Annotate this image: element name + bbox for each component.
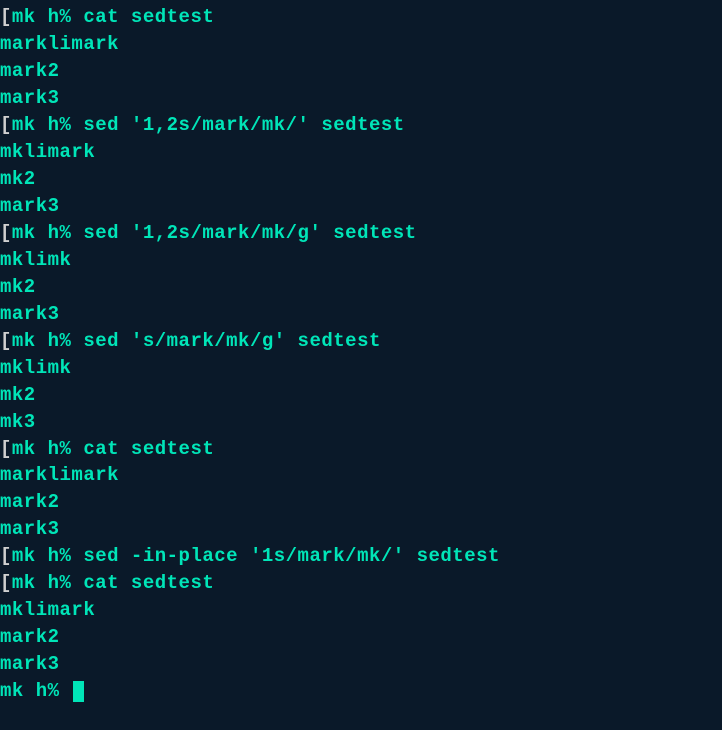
- command-output: mark2: [0, 626, 60, 648]
- terminal-line: mk3: [0, 409, 722, 436]
- command-output: mark2: [0, 60, 60, 82]
- shell-command: cat sedtest: [83, 572, 214, 594]
- command-output: mark3: [0, 87, 60, 109]
- terminal-line: [mk h% sed -in-place '1s/mark/mk/' sedte…: [0, 543, 722, 570]
- terminal-line: mk2: [0, 274, 722, 301]
- command-output: mklimark: [0, 141, 95, 163]
- terminal-line: marklimark: [0, 31, 722, 58]
- shell-command: sed '1,2s/mark/mk/g' sedtest: [83, 222, 416, 244]
- terminal-line: [mk h% sed 's/mark/mk/g' sedtest: [0, 328, 722, 355]
- terminal-line: mklimk: [0, 355, 722, 382]
- terminal-line: mark3: [0, 301, 722, 328]
- prompt-bracket: [: [0, 545, 12, 567]
- prompt-bracket: [: [0, 114, 12, 136]
- shell-prompt: mk h%: [12, 114, 83, 136]
- prompt-bracket: [: [0, 222, 12, 244]
- terminal-line: mk2: [0, 382, 722, 409]
- shell-command: sed -in-place '1s/mark/mk/' sedtest: [83, 545, 500, 567]
- shell-prompt: mk h%: [12, 438, 83, 460]
- shell-prompt: mk h%: [12, 545, 83, 567]
- shell-prompt: mk h%: [12, 330, 83, 352]
- terminal-line: mark2: [0, 58, 722, 85]
- terminal-line: mark3: [0, 85, 722, 112]
- command-output: mark3: [0, 653, 60, 675]
- terminal-line: [mk h% sed '1,2s/mark/mk/' sedtest: [0, 112, 722, 139]
- terminal-line: mklimark: [0, 597, 722, 624]
- terminal-line: mark2: [0, 624, 722, 651]
- terminal-line: [mk h% cat sedtest: [0, 570, 722, 597]
- cursor-icon[interactable]: [73, 681, 84, 702]
- command-output: marklimark: [0, 33, 119, 55]
- shell-command: cat sedtest: [83, 438, 214, 460]
- terminal-line: mark2: [0, 489, 722, 516]
- command-output: mark2: [0, 491, 60, 513]
- command-output: mk2: [0, 276, 36, 298]
- prompt-bracket: [: [0, 572, 12, 594]
- prompt-bracket: [: [0, 6, 12, 28]
- command-output: mark3: [0, 303, 60, 325]
- shell-prompt: mk h%: [12, 572, 83, 594]
- command-output: mklimk: [0, 249, 71, 271]
- terminal-line: mark3: [0, 651, 722, 678]
- prompt-bracket: [: [0, 438, 12, 460]
- command-output: mk2: [0, 384, 36, 406]
- command-output: marklimark: [0, 464, 119, 486]
- terminal-line: mark3: [0, 516, 722, 543]
- terminal-line: mk2: [0, 166, 722, 193]
- command-output: mklimark: [0, 599, 95, 621]
- command-output: mk2: [0, 168, 36, 190]
- shell-prompt: mk h%: [12, 6, 83, 28]
- shell-prompt: mk h%: [0, 680, 71, 702]
- prompt-bracket: [: [0, 330, 12, 352]
- command-output: mark3: [0, 518, 60, 540]
- terminal-output[interactable]: [mk h% cat sedtestmarklimarkmark2mark3[m…: [0, 4, 722, 705]
- terminal-line: [mk h% sed '1,2s/mark/mk/g' sedtest: [0, 220, 722, 247]
- command-output: mklimk: [0, 357, 71, 379]
- terminal-line: mark3: [0, 193, 722, 220]
- shell-command: sed 's/mark/mk/g' sedtest: [83, 330, 381, 352]
- command-output: mark3: [0, 195, 60, 217]
- terminal-line: mklimk: [0, 247, 722, 274]
- terminal-line: [mk h% cat sedtest: [0, 436, 722, 463]
- command-output: mk3: [0, 411, 36, 433]
- shell-command: cat sedtest: [83, 6, 214, 28]
- terminal-line: mklimark: [0, 139, 722, 166]
- terminal-line: [mk h% cat sedtest: [0, 4, 722, 31]
- terminal-line: mk h%: [0, 678, 722, 705]
- shell-prompt: mk h%: [12, 222, 83, 244]
- terminal-line: marklimark: [0, 462, 722, 489]
- shell-command: sed '1,2s/mark/mk/' sedtest: [83, 114, 404, 136]
